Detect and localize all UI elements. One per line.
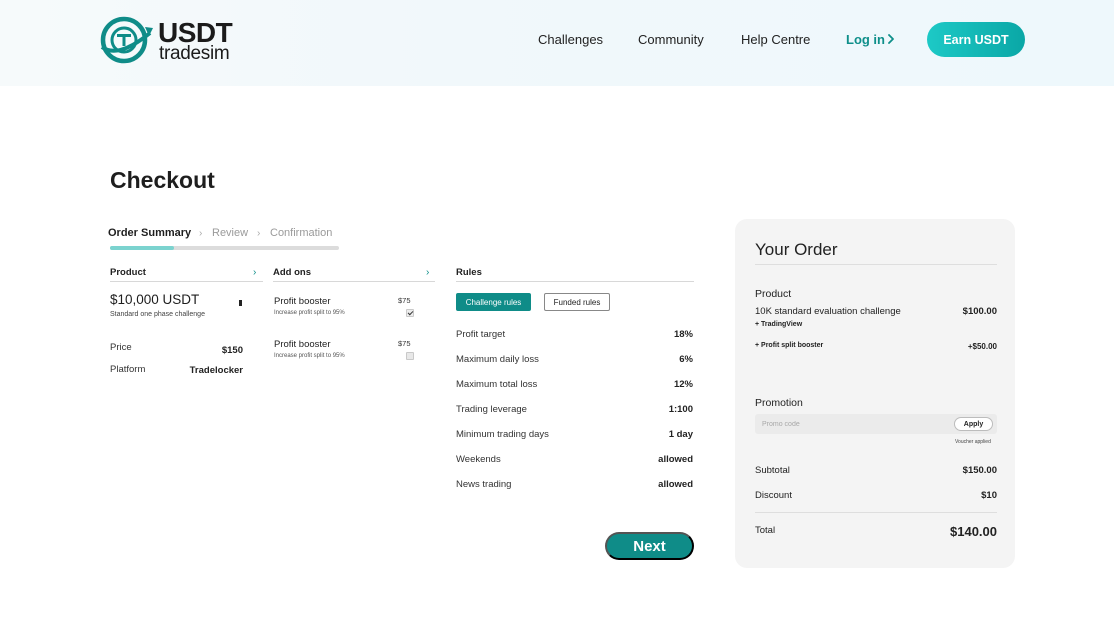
rule-value: allowed (658, 479, 693, 490)
apply-promo-button[interactable]: Apply (954, 417, 993, 431)
step-review[interactable]: Review (212, 227, 248, 239)
chevron-right-icon: › (199, 228, 203, 239)
checkout-progress-fill (110, 246, 175, 250)
logo-mark-icon (100, 16, 153, 64)
rule-label: Weekends (456, 454, 501, 465)
chevron-right-icon: › (257, 228, 261, 239)
product-description: Standard one phase challenge (110, 311, 205, 318)
order-item-price: $100.00 (962, 306, 997, 317)
rule-value: 6% (679, 354, 693, 365)
divider (456, 281, 694, 282)
order-panel-title: Your Order (755, 240, 838, 259)
order-item-platform: + TradingView (755, 321, 803, 328)
addon-name: Profit booster (274, 296, 331, 307)
checkout-progress (110, 246, 339, 250)
order-addon-name: + Profit split booster (755, 342, 824, 349)
nav-challenges[interactable]: Challenges (538, 32, 603, 47)
rules-column-header: Rules (456, 267, 482, 278)
addon-name: Profit booster (274, 339, 331, 350)
step-order-summary[interactable]: Order Summary (108, 227, 191, 239)
page-title: Checkout (110, 167, 215, 193)
total-label: Total (755, 525, 776, 536)
divider (273, 281, 435, 282)
price-value: $150 (221, 345, 243, 356)
addon-price: $75 (398, 339, 411, 348)
next-button[interactable]: Next (605, 532, 694, 560)
addon-description: Increase profit split to 95% (274, 353, 345, 359)
tab-challenge-rules[interactable]: Challenge rules (456, 293, 531, 311)
total-value: $140.00 (950, 524, 997, 539)
addon-checkbox[interactable] (406, 352, 414, 360)
addon-description: Increase profit split to 95% (274, 310, 345, 316)
rule-value: allowed (658, 454, 693, 465)
tab-funded-rules[interactable]: Funded rules (544, 293, 610, 311)
rule-value: 12% (673, 379, 693, 390)
addon-checkbox[interactable] (406, 309, 414, 317)
addon-price: $75 (398, 296, 411, 305)
platform-label: Platform (110, 364, 146, 375)
order-addon-price: +$50.00 (967, 342, 997, 351)
price-label: Price (110, 342, 132, 353)
nav-community[interactable]: Community (638, 32, 704, 47)
product-name: $10,000 USDT (110, 292, 200, 307)
site-header: USDT tradesim Challenges Community Help … (0, 0, 1114, 86)
product-column-header: Product (110, 267, 146, 278)
voucher-status: Voucher applied (955, 439, 991, 445)
rule-label: Maximum daily loss (456, 354, 539, 365)
order-promotion-heading: Promotion (755, 397, 803, 409)
chevron-right-icon[interactable]: › (426, 267, 429, 278)
rule-label: News trading (456, 479, 512, 490)
rule-label: Maximum total loss (456, 379, 538, 390)
brand-logo[interactable]: USDT tradesim (98, 13, 248, 67)
order-summary-panel: Your Order Product 10K standard evaluati… (735, 219, 1015, 568)
subtotal-value: $150.00 (962, 465, 997, 476)
order-item-name: 10K standard evaluation challenge (755, 306, 901, 317)
chevron-right-icon[interactable]: › (253, 267, 256, 278)
logo-wordmark-secondary: tradesim (159, 43, 230, 64)
rule-value: 18% (673, 329, 693, 340)
discount-value: $10 (981, 490, 997, 501)
login-link[interactable]: Log in (846, 32, 885, 47)
divider (755, 512, 997, 513)
divider (110, 281, 263, 282)
product-marker-icon (239, 300, 242, 306)
subtotal-label: Subtotal (755, 465, 790, 476)
rule-label: Trading leverage (456, 404, 527, 415)
rule-value: 1 day (668, 429, 693, 440)
discount-label: Discount (755, 490, 792, 501)
rule-value: 1:100 (668, 404, 693, 415)
rule-label: Profit target (456, 329, 506, 340)
step-confirmation[interactable]: Confirmation (270, 227, 332, 239)
addons-column-header: Add ons (273, 267, 311, 278)
nav-help-centre[interactable]: Help Centre (741, 32, 810, 47)
divider (755, 264, 997, 265)
earn-usdt-button[interactable]: Earn USDT (927, 22, 1025, 57)
order-product-heading: Product (755, 288, 792, 300)
rule-label: Minimum trading days (456, 429, 549, 440)
platform-value: Tradelocker (189, 365, 243, 376)
chevron-right-icon[interactable] (886, 31, 896, 47)
